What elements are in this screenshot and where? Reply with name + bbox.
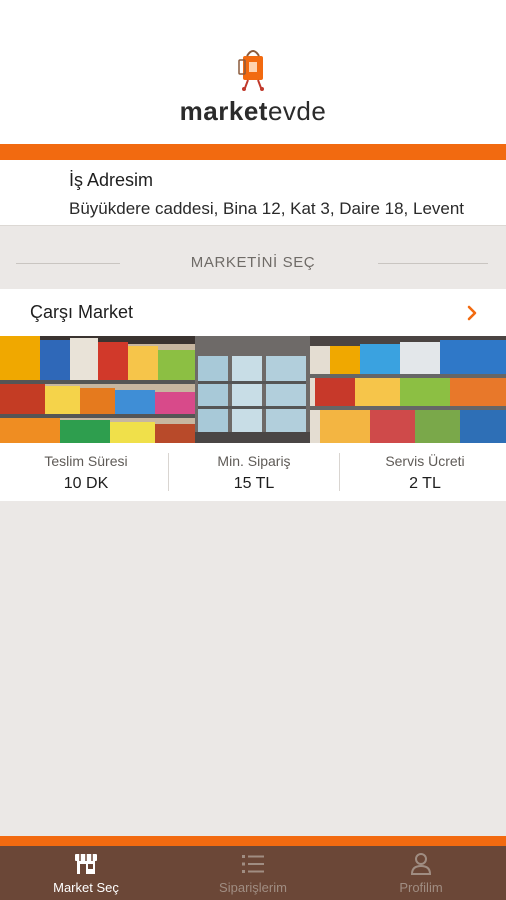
stat-value: 2 TL [409,475,441,492]
section-divider-right [378,263,488,264]
store-icon [75,854,97,874]
stat-label: Min. Sipariş [217,453,291,469]
market-bag-logo-icon [238,50,264,91]
stat-value: 10 DK [63,475,109,492]
delivery-time-stat: Teslim Süresi 10 DK [2,453,170,493]
brand-logo-text: marketevde [179,96,327,126]
stat-value: 15 TL [233,475,275,492]
tab-label: Market Seç [53,880,119,895]
stat-divider [339,453,340,491]
tab-siparislerim[interactable]: Siparişlerim [169,846,337,900]
stat-label: Teslim Süresi [44,453,128,469]
header-accent-bar [0,144,506,160]
tab-market-sec[interactable]: Market Seç [2,846,170,900]
market-name: Çarşı Market [30,302,134,322]
section-header: MARKETİNİ SEÇ [0,246,506,280]
tab-label: Profilim [399,880,443,895]
address-title: İş Adresim [69,170,154,190]
tab-label: Siparişlerim [219,880,287,895]
tab-profilim[interactable]: Profilim [337,846,505,900]
min-order-stat: Min. Sipariş 15 TL [170,453,338,493]
list-icon [242,855,264,873]
supermarket-shelves-photo [0,336,506,443]
chevron-right-icon[interactable] [465,305,479,321]
stat-label: Servis Ücreti [385,453,465,469]
user-icon [410,853,432,875]
stat-divider [168,453,169,491]
service-fee-stat: Servis Ücreti 2 TL [341,453,506,493]
address-line: Büyükdere caddesi, Bina 12, Kat 3, Daire… [69,199,465,218]
tabbar-accent-bar [0,836,506,846]
